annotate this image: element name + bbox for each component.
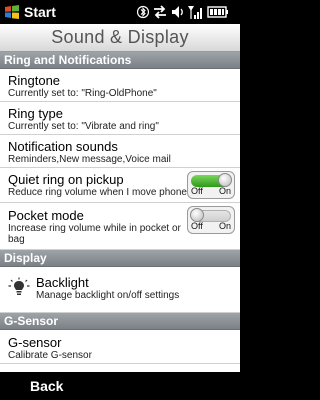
ringtone-value: Currently set to: "Ring-OldPhone" [8, 88, 157, 99]
pocket-mode-item: Pocket mode Increase ring volume while i… [0, 203, 240, 250]
quiet-ring-on-label: On [218, 186, 231, 196]
page-title: Sound & Display [51, 27, 189, 47]
battery-icon [207, 6, 228, 18]
notification-sounds-value: Reminders,New message,Voice mail [8, 154, 171, 165]
gsensor-label: G-sensor [8, 335, 62, 350]
bulb-icon [8, 277, 30, 295]
pocket-mode-toggle-knob[interactable] [190, 208, 204, 222]
windows-flag-icon[interactable] [4, 4, 20, 20]
pocket-mode-on-label: On [218, 221, 231, 231]
bluetooth-icon [137, 5, 149, 19]
data-arrows-icon [154, 5, 166, 19]
backlight-label: Backlight [36, 275, 89, 290]
quiet-ring-off-label: Off [191, 186, 203, 196]
back-button[interactable]: Back [30, 378, 63, 394]
ring-type-value: Currently set to: "Vibrate and ring" [8, 121, 159, 132]
pocket-mode-off-label: Off [191, 221, 203, 231]
backlight-item[interactable]: Backlight Manage backlight on/off settin… [0, 267, 240, 313]
ring-type-label: Ring type [8, 106, 63, 121]
section-header-ring: Ring and Notifications [0, 52, 240, 69]
section-header-gsensor: G-Sensor [0, 313, 240, 330]
quiet-ring-toggle-knob[interactable] [218, 173, 232, 187]
ring-type-item[interactable]: Ring type Currently set to: "Vibrate and… [0, 102, 240, 135]
pocket-mode-toggle[interactable]: Off On [187, 206, 235, 234]
pocket-mode-description: Increase ring volume while in pocket or … [8, 223, 181, 245]
status-bar: Start [0, 0, 240, 24]
gsensor-description: Calibrate G-sensor [8, 350, 92, 361]
settings-list[interactable]: Ring and Notifications Ringtone Currentl… [0, 52, 240, 372]
ringtone-item[interactable]: Ringtone Currently set to: "Ring-OldPhon… [0, 69, 240, 102]
signal-icon [188, 6, 202, 19]
ringtone-label: Ringtone [8, 73, 61, 88]
notification-sounds-item[interactable]: Notification sounds Reminders,New messag… [0, 135, 240, 168]
gsensor-item[interactable]: G-sensor Calibrate G-sensor [0, 330, 240, 364]
section-header-display: Display [0, 250, 240, 267]
quiet-ring-toggle[interactable]: Off On [187, 171, 235, 199]
notification-sounds-label: Notification sounds [8, 139, 118, 154]
softkey-bar: Back [0, 372, 240, 400]
start-label[interactable]: Start [24, 4, 56, 20]
title-bar: Sound & Display [0, 24, 240, 52]
quiet-ring-item: Quiet ring on pickup Reduce ring volume … [0, 168, 240, 203]
backlight-description: Manage backlight on/off settings [36, 290, 180, 301]
volume-icon [172, 6, 183, 18]
